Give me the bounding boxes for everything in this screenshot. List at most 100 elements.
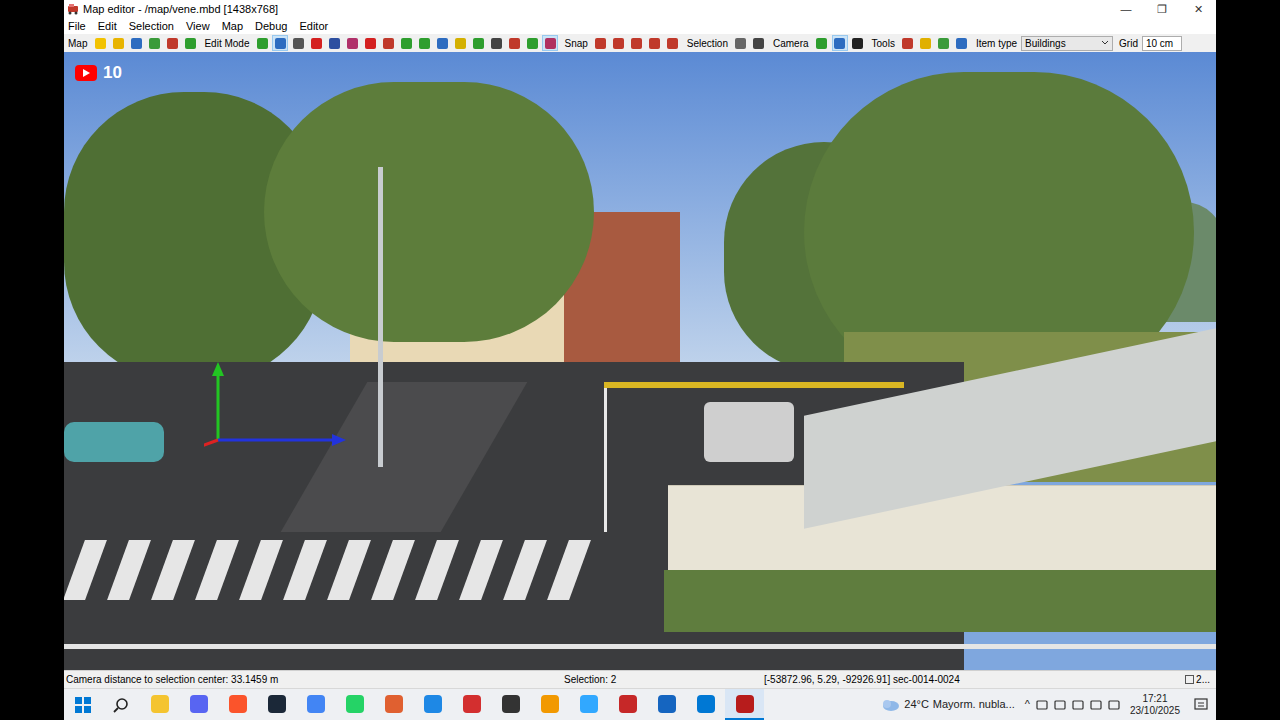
tray-icon [1036, 699, 1048, 711]
toolbar-button[interactable] [416, 35, 432, 51]
toolbar-button[interactable] [488, 35, 504, 51]
tool-icon [455, 38, 466, 49]
toolbar-button[interactable] [733, 35, 749, 51]
toolbar-button[interactable] [92, 35, 108, 51]
toolbar-button[interactable] [593, 35, 609, 51]
toolbar-button[interactable] [254, 35, 270, 51]
crosswalk-stripe [415, 540, 459, 600]
tool-icon [902, 38, 913, 49]
grid-field[interactable]: 10 cm [1142, 36, 1182, 51]
coordinates: [-53872.96, 5.29, -92926.91] sec-0014-00… [764, 672, 1185, 687]
toolbar-button[interactable] [751, 35, 767, 51]
tool-icon [473, 38, 484, 49]
tool-icon [631, 38, 642, 49]
window-control-button[interactable]: — [1108, 0, 1144, 18]
search-button[interactable] [102, 689, 140, 720]
tray-expand[interactable]: ^ [1025, 696, 1030, 713]
toolbar-button[interactable] [470, 35, 486, 51]
window-control-button[interactable]: ✕ [1180, 0, 1216, 18]
toolbar-button[interactable] [362, 35, 378, 51]
toolbar-button[interactable] [954, 35, 970, 51]
taskbar-app[interactable] [257, 689, 296, 720]
menu-item[interactable]: Selection [129, 18, 174, 35]
crosswalk-stripe [327, 540, 371, 600]
grid-label: Grid [1119, 36, 1138, 51]
tool-icon [735, 38, 746, 49]
toolbar-button[interactable] [832, 35, 848, 51]
toolbar-button[interactable] [918, 35, 934, 51]
toolbar-button[interactable] [647, 35, 663, 51]
crosswalk-stripe [283, 540, 327, 600]
menu-item[interactable]: Editor [299, 18, 328, 35]
toolbar-button[interactable] [290, 35, 306, 51]
taskbar-app[interactable] [179, 689, 218, 720]
toolbar-button[interactable] [542, 35, 558, 51]
toolbar-button[interactable] [344, 35, 360, 51]
toolbar-button[interactable] [434, 35, 450, 51]
menu-item[interactable]: Edit [98, 18, 117, 35]
viewport[interactable]: 10 [64, 52, 1216, 670]
toolbar-button[interactable] [182, 35, 198, 51]
taskbar-app[interactable] [413, 689, 452, 720]
taskbar-app[interactable] [530, 689, 569, 720]
window-control-button[interactable]: ❐ [1144, 0, 1180, 18]
item-type-dropdown[interactable]: Buildings [1021, 36, 1113, 51]
taskbar-app[interactable] [296, 689, 335, 720]
menu-item[interactable]: View [186, 18, 210, 35]
badge-count: 10 [103, 60, 122, 86]
toolbar-button[interactable] [272, 35, 288, 51]
tool-icon [956, 38, 967, 49]
taskbar-app[interactable] [140, 689, 179, 720]
tool-icon [149, 38, 160, 49]
taskbar-app[interactable] [452, 689, 491, 720]
tool-icon [834, 38, 845, 49]
panel-icon [1185, 675, 1194, 684]
tool-icon [527, 38, 538, 49]
toolbar-button[interactable] [398, 35, 414, 51]
toolbar-button[interactable] [110, 35, 126, 51]
toolbar-button[interactable] [326, 35, 342, 51]
toolbar-button[interactable] [146, 35, 162, 51]
menu-item[interactable]: Map [222, 18, 243, 35]
taskbar-app[interactable] [335, 689, 374, 720]
start-button[interactable] [64, 689, 102, 720]
tree [264, 82, 594, 342]
taskbar-app[interactable] [374, 689, 413, 720]
taskbar-app[interactable] [491, 689, 530, 720]
menu-bar: File Edit Selection View Map Debug Editor [64, 18, 1216, 34]
toolbar-button[interactable] [850, 35, 866, 51]
taskbar-app[interactable] [569, 689, 608, 720]
crosswalk-stripe [64, 540, 107, 600]
toolbar-button[interactable] [611, 35, 627, 51]
toolbar-button[interactable] [452, 35, 468, 51]
toolbar-button[interactable] [900, 35, 916, 51]
taskbar-app[interactable] [218, 689, 257, 720]
toolbar-button[interactable] [665, 35, 681, 51]
screen: Map editor - /map/vene.mbd [1438x768]—❐✕… [64, 0, 1216, 720]
taskbar-app[interactable] [647, 689, 686, 720]
taskbar-app[interactable] [686, 689, 725, 720]
toolbar-button[interactable] [936, 35, 952, 51]
toolbar-button[interactable] [524, 35, 540, 51]
toolbar-button[interactable] [629, 35, 645, 51]
menu-item[interactable]: File [68, 18, 86, 35]
cloud-icon [880, 698, 900, 712]
tool-icon [275, 38, 286, 49]
toolbar-button[interactable] [814, 35, 830, 51]
menu-item[interactable]: Debug [255, 18, 287, 35]
toolbar-button[interactable] [506, 35, 522, 51]
taskbar-app[interactable] [608, 689, 647, 720]
notification-button[interactable] [1186, 689, 1216, 720]
toolbar-button[interactable] [164, 35, 180, 51]
toolbar-button[interactable] [308, 35, 324, 51]
app-icon [619, 695, 637, 713]
toolbar-button[interactable] [380, 35, 396, 51]
toolbar-button[interactable] [128, 35, 144, 51]
app-icon [541, 695, 559, 713]
weather-widget[interactable]: 24°CMayorm. nubla... [874, 696, 1021, 713]
taskbar-app[interactable] [725, 689, 764, 720]
clock[interactable]: 17:2123/10/2025 [1124, 693, 1186, 717]
editor-window: Map editor - /map/vene.mbd [1438x768]—❐✕… [64, 0, 1216, 688]
app-icon [463, 695, 481, 713]
tray-icon [1090, 699, 1102, 711]
